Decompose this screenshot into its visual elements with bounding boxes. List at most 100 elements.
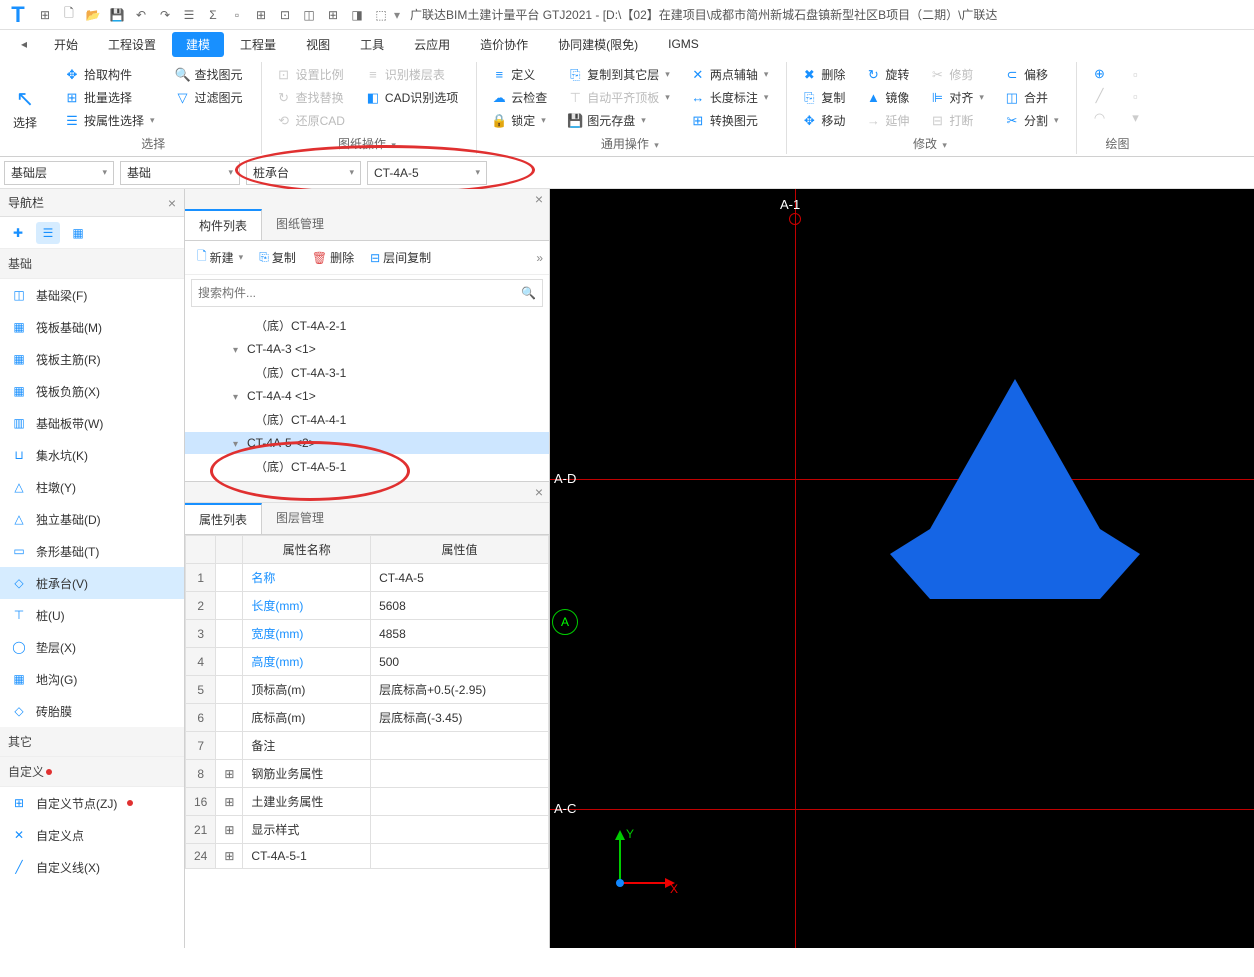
nav-item-9[interactable]: ◇桩承台(V) bbox=[0, 567, 184, 599]
nav-item-3[interactable]: ▦筏板负筋(X) bbox=[0, 375, 184, 407]
rotate-btn[interactable]: ↻旋转 bbox=[859, 64, 915, 85]
category-selector[interactable]: 基础▾ bbox=[120, 161, 240, 185]
prop-value[interactable]: 层底标高+0.5(-2.95) bbox=[371, 676, 549, 704]
menu-cloud[interactable]: 云应用 bbox=[400, 32, 464, 57]
nav-item-7[interactable]: △独立基础(D) bbox=[0, 503, 184, 535]
tree-row[interactable]: （底）CT-4A-5-1 bbox=[185, 454, 549, 479]
length-dim[interactable]: ↔长度标注▾ bbox=[684, 87, 775, 108]
tree-row[interactable]: ▾CT-4A-3 <1> bbox=[185, 338, 549, 360]
expand-icon[interactable]: ⊞ bbox=[216, 816, 243, 844]
merge-btn[interactable]: ◫合并 bbox=[998, 87, 1065, 108]
nav-tool-grid[interactable]: ▦ bbox=[66, 222, 90, 244]
qat-b7[interactable]: ⊞ bbox=[322, 4, 344, 26]
qat-b5[interactable]: ⊡ bbox=[274, 4, 296, 26]
prop-value[interactable]: 500 bbox=[371, 648, 549, 676]
type-selector[interactable]: 桩承台▾ bbox=[246, 161, 361, 185]
nav-item-2[interactable]: ▦筏板主筋(R) bbox=[0, 343, 184, 375]
qat-b1[interactable]: ☰ bbox=[178, 4, 200, 26]
nav-tool-list[interactable]: ☰ bbox=[36, 222, 60, 244]
table-row[interactable]: 5 顶标高(m) 层底标高+0.5(-2.95) bbox=[186, 676, 549, 704]
cad-options[interactable]: ◧CAD识别选项 bbox=[359, 87, 464, 108]
prop-value[interactable] bbox=[371, 788, 549, 816]
menu-collab[interactable]: 协同建模(限免) bbox=[544, 32, 652, 57]
floor-copy-button[interactable]: ⊟层间复制 bbox=[364, 246, 437, 269]
prop-value[interactable] bbox=[371, 844, 549, 869]
align-btn[interactable]: ⊫对齐▾ bbox=[923, 87, 990, 108]
tree-row[interactable]: （底）CT-4A-3-1 bbox=[185, 360, 549, 385]
qat-b8[interactable]: ◨ bbox=[346, 4, 368, 26]
menu-cost[interactable]: 造价协作 bbox=[466, 32, 542, 57]
qat-b3[interactable]: ▫ bbox=[226, 4, 248, 26]
copy-btn[interactable]: ⎘复制 bbox=[795, 87, 851, 108]
qat-b6[interactable]: ◫ bbox=[298, 4, 320, 26]
nav-section-foundation[interactable]: 基础 bbox=[0, 249, 184, 279]
qat-b4[interactable]: ⊞ bbox=[250, 4, 272, 26]
expand-icon[interactable]: ⊞ bbox=[216, 760, 243, 788]
prop-value[interactable]: 5608 bbox=[371, 592, 549, 620]
nav-tool-add[interactable]: ✚ bbox=[6, 222, 30, 244]
select-by-prop[interactable]: ☰按属性选择▾ bbox=[58, 110, 161, 131]
nav-item-12[interactable]: ▦地沟(G) bbox=[0, 663, 184, 695]
table-row[interactable]: 3 宽度(mm) 4858 bbox=[186, 620, 549, 648]
tab-component-list[interactable]: 构件列表 bbox=[185, 209, 262, 240]
expand-icon[interactable]: ⊞ bbox=[216, 788, 243, 816]
pick-component[interactable]: ✥拾取构件 bbox=[58, 64, 161, 85]
table-row[interactable]: 4 高度(mm) 500 bbox=[186, 648, 549, 676]
qat-new[interactable]: 🗋 bbox=[58, 4, 80, 26]
nav-item-11[interactable]: ◯垫层(X) bbox=[0, 631, 184, 663]
qat-redo[interactable]: ↷ bbox=[154, 4, 176, 26]
prop-value[interactable]: 4858 bbox=[371, 620, 549, 648]
prop-value[interactable] bbox=[371, 816, 549, 844]
expand-icon[interactable]: ⊞ bbox=[216, 844, 243, 869]
table-row[interactable]: 8 ⊞ 钢筋业务属性 bbox=[186, 760, 549, 788]
nav-item-10[interactable]: ⊤桩(U) bbox=[0, 599, 184, 631]
tree-row[interactable]: （底）CT-4A-4-1 bbox=[185, 407, 549, 432]
qat-b9[interactable]: ⬚ bbox=[370, 4, 392, 26]
tree-row[interactable]: ▾CT-4A-5 <2> bbox=[185, 432, 549, 454]
draw-point[interactable]: ⊕ bbox=[1085, 64, 1113, 84]
prop-value[interactable]: CT-4A-5 bbox=[371, 564, 549, 592]
close-icon[interactable]: × bbox=[168, 195, 176, 211]
tree-row[interactable]: ▾CT-4A-4 <1> bbox=[185, 385, 549, 407]
two-point-axis[interactable]: ✕两点辅轴▾ bbox=[684, 64, 775, 85]
find-element[interactable]: 🔍查找图元 bbox=[169, 64, 249, 85]
table-row[interactable]: 21 ⊞ 显示样式 bbox=[186, 816, 549, 844]
nav-item-13[interactable]: ◇砖胎膜 bbox=[0, 695, 184, 727]
viewport-3d[interactable]: A-1 A-D A A-C X Y bbox=[550, 189, 1254, 948]
lock-btn[interactable]: 🔒锁定▾ bbox=[485, 110, 553, 131]
delete-btn[interactable]: ✖删除 bbox=[795, 64, 851, 85]
nav-item-6[interactable]: △柱墩(Y) bbox=[0, 471, 184, 503]
nav-item-1[interactable]: ▦筏板基础(M) bbox=[0, 311, 184, 343]
mirror-btn[interactable]: ▲镜像 bbox=[859, 87, 915, 108]
table-row[interactable]: 6 底标高(m) 层底标高(-3.45) bbox=[186, 704, 549, 732]
table-row[interactable]: 1 名称 CT-4A-5 bbox=[186, 564, 549, 592]
split-btn[interactable]: ✂分割▾ bbox=[998, 110, 1065, 131]
nav-item-0[interactable]: ◫基础梁(F) bbox=[0, 279, 184, 311]
menu-view[interactable]: 视图 bbox=[292, 32, 344, 57]
nav-section-other[interactable]: 其它 bbox=[0, 727, 184, 757]
prop-value[interactable]: 层底标高(-3.45) bbox=[371, 704, 549, 732]
nav-item-4[interactable]: ▥基础板带(W) bbox=[0, 407, 184, 439]
prop-close-icon[interactable]: × bbox=[535, 484, 543, 500]
copy-to-floor[interactable]: ⎘复制到其它层▾ bbox=[561, 64, 676, 85]
search-icon-2[interactable]: 🔍 bbox=[521, 286, 536, 300]
table-row[interactable]: 2 长度(mm) 5608 bbox=[186, 592, 549, 620]
menu-tools[interactable]: 工具 bbox=[346, 32, 398, 57]
more-icon[interactable]: » bbox=[536, 251, 543, 265]
back-arrow-icon[interactable]: ◂ bbox=[10, 37, 38, 51]
menu-project-settings[interactable]: 工程设置 bbox=[94, 32, 170, 57]
define-btn[interactable]: ≡定义 bbox=[485, 64, 553, 85]
mid-close-icon[interactable]: × bbox=[535, 191, 543, 207]
nav-item-8[interactable]: ▭条形基础(T) bbox=[0, 535, 184, 567]
move-btn[interactable]: ✥移动 bbox=[795, 110, 851, 131]
new-button[interactable]: 🗋新建▾ bbox=[191, 244, 249, 271]
menu-modeling[interactable]: 建模 bbox=[172, 32, 224, 57]
table-row[interactable]: 7 备注 bbox=[186, 732, 549, 760]
nav-custom-0[interactable]: ⊞自定义节点(ZJ) bbox=[0, 787, 184, 819]
menu-quantity[interactable]: 工程量 bbox=[226, 32, 290, 57]
floor-selector[interactable]: 基础层▾ bbox=[4, 161, 114, 185]
filter-element[interactable]: ▽过滤图元 bbox=[169, 87, 249, 108]
nav-item-5[interactable]: ⊔集水坑(K) bbox=[0, 439, 184, 471]
save-element[interactable]: 💾图元存盘▾ bbox=[561, 110, 676, 131]
table-row[interactable]: 24 ⊞ CT-4A-5-1 bbox=[186, 844, 549, 869]
